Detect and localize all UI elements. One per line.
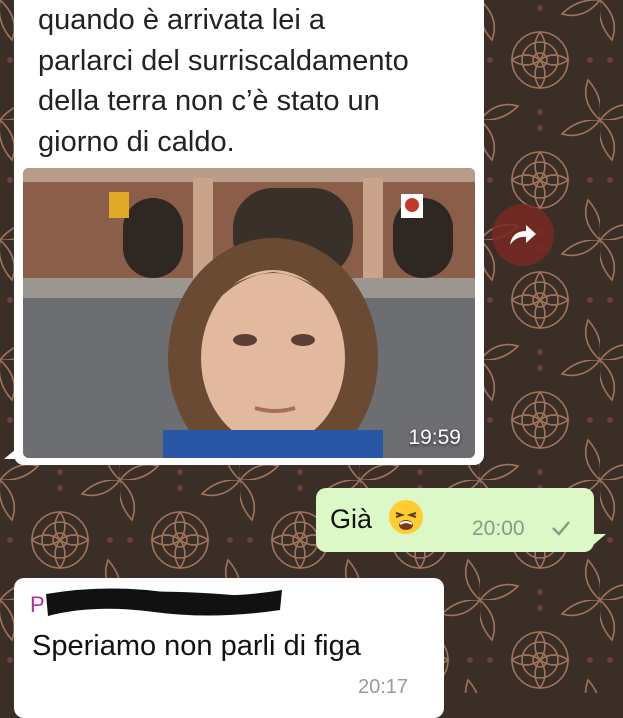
weary-face-emoji [389,500,423,534]
message-timestamp: 19:59 [408,426,461,449]
photo-image [23,168,475,458]
incoming-text-message[interactable]: P Speriamo non parli di figa 20:17 [14,578,444,718]
message-timestamp: 20:00 [472,517,525,540]
forward-button[interactable] [492,204,554,266]
sender-name: P [30,592,45,617]
outgoing-message[interactable]: Già 20:00 [316,488,606,552]
redaction-scribble [46,588,282,616]
image-caption-text: quando è arrivata lei a parlarci del sur… [38,4,409,158]
message-photo[interactable]: 19:59 [23,168,475,458]
message-text: Già [330,504,373,534]
incoming-image-message[interactable]: quando è arrivata lei a parlarci del sur… [4,0,484,465]
message-timestamp: 20:17 [358,676,409,698]
check-icon [552,521,570,536]
message-text: Speriamo non parli di figa [32,630,361,662]
forward-arrow-icon [510,225,536,245]
